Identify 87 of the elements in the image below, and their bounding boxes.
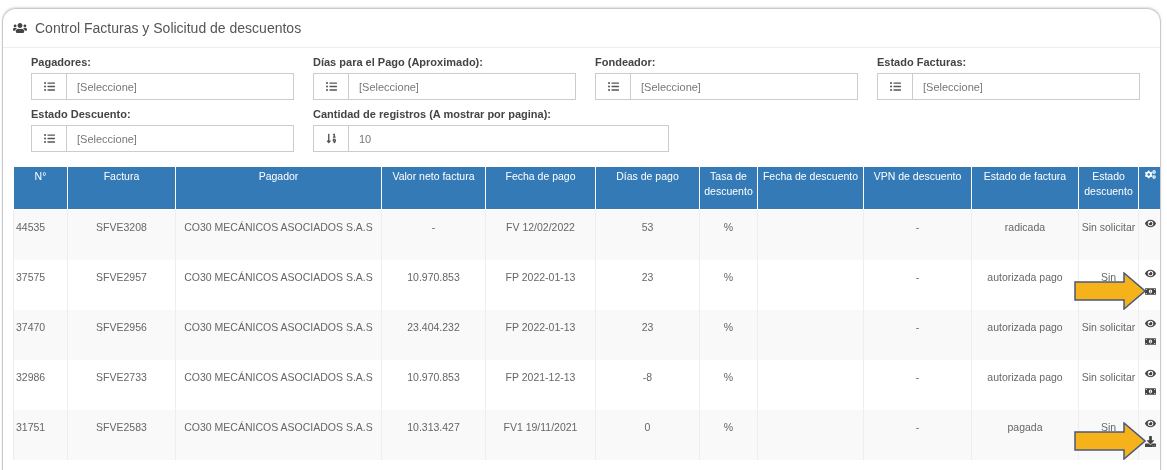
table-cell: 23 bbox=[595, 309, 700, 360]
eye-icon[interactable] bbox=[1144, 417, 1156, 429]
table-cell: 10.970.853 bbox=[381, 359, 486, 410]
table-cell: SFVE2583 bbox=[67, 409, 176, 460]
select-field[interactable]: [Seleccione] bbox=[313, 73, 576, 100]
field-label: Fondeador: bbox=[595, 56, 657, 68]
table-cell: % bbox=[699, 309, 758, 360]
field-label: Estado Descuento: bbox=[31, 108, 132, 120]
column-header: Pagador bbox=[175, 166, 382, 210]
table-cell: 37470 bbox=[13, 309, 68, 360]
column-header: VPN de descuento bbox=[863, 166, 972, 210]
table-cell: -8 bbox=[595, 359, 700, 410]
table-cell: - bbox=[863, 259, 972, 310]
column-header: Valor neto factura bbox=[381, 166, 486, 210]
banknote-icon[interactable] bbox=[1144, 335, 1156, 347]
list-icon bbox=[43, 133, 55, 144]
table-cell: SFVE2733 bbox=[67, 359, 176, 410]
table-cell: % bbox=[699, 409, 758, 460]
banknote-icon[interactable] bbox=[1144, 385, 1156, 397]
table-cell: SFVE3208 bbox=[67, 209, 176, 260]
table-cell: SFVE2956 bbox=[67, 309, 176, 360]
table-cell: FP 2022-01-13 bbox=[485, 309, 596, 360]
column-header: Estado de factura bbox=[971, 166, 1079, 210]
select-field[interactable]: [Seleccione] bbox=[877, 73, 1140, 100]
field-label: Pagadores: bbox=[31, 56, 92, 68]
table-cell: - bbox=[381, 209, 486, 260]
table-cell: SFVE2957 bbox=[67, 259, 176, 310]
table-cell: 37575 bbox=[13, 259, 68, 310]
table-cell: Sin solicitar bbox=[1078, 309, 1139, 360]
column-header: Factura bbox=[67, 166, 176, 210]
download-icon[interactable] bbox=[1144, 435, 1156, 447]
field-label: Cantidad de registros (A mostrar por pagina): bbox=[313, 108, 552, 120]
table-cell: FV1 19/11/2021 bbox=[485, 409, 596, 460]
eye-icon[interactable] bbox=[1144, 218, 1156, 229]
table-cell: autorizada pago bbox=[971, 359, 1079, 410]
table-cell: 10.313.427 bbox=[381, 409, 486, 460]
list-icon bbox=[607, 81, 619, 92]
table-cell: autorizada pago bbox=[971, 309, 1079, 360]
column-header: Estado descuento bbox=[1078, 166, 1139, 210]
field-label: Días para el Pago (Aproximado): bbox=[313, 56, 484, 68]
column-header: Días de pago bbox=[595, 166, 700, 210]
eye-icon[interactable] bbox=[1144, 367, 1156, 379]
select-field[interactable]: [Seleccione] bbox=[31, 125, 294, 152]
table-cell: 23 bbox=[595, 259, 700, 310]
table-cell: CO30 MECÁNICOS ASOCIADOS S.A.S bbox=[175, 209, 382, 260]
column-header: Fecha de pago bbox=[485, 166, 596, 210]
table-cell: 23.404.232 bbox=[381, 309, 486, 360]
list-icon bbox=[43, 81, 55, 92]
table-cell: 31751 bbox=[13, 409, 68, 460]
table-cell: radicada bbox=[971, 209, 1079, 260]
table-cell: CO30 MECÁNICOS ASOCIADOS S.A.S bbox=[175, 309, 382, 360]
table-cell: - bbox=[863, 359, 972, 410]
column-header: Fecha de descuento bbox=[757, 166, 864, 210]
table-cell: 0 bbox=[595, 409, 700, 460]
banknote-icon[interactable] bbox=[1144, 285, 1156, 297]
table-cell: Sin solicitar bbox=[1078, 359, 1139, 410]
eye-icon[interactable] bbox=[1144, 317, 1156, 329]
table-cell: FP 2021-12-13 bbox=[485, 359, 596, 410]
list-icon bbox=[889, 81, 901, 92]
column-header: N° bbox=[13, 166, 68, 210]
settings-icon bbox=[1144, 169, 1156, 180]
count-field[interactable]: 10 bbox=[313, 125, 669, 152]
table-cell: % bbox=[699, 209, 758, 260]
table-cell: - bbox=[863, 209, 972, 260]
eye-icon[interactable] bbox=[1144, 267, 1156, 279]
table-cell: FP 2022-01-13 bbox=[485, 259, 596, 310]
table-cell: CO30 MECÁNICOS ASOCIADOS S.A.S bbox=[175, 259, 382, 310]
table-cell: - bbox=[863, 409, 972, 460]
field-label: Estado Facturas: bbox=[877, 56, 968, 68]
column-header: Tasa de descuento bbox=[699, 166, 758, 210]
table-cell: 53 bbox=[595, 209, 700, 260]
table-cell: CO30 MECÁNICOS ASOCIADOS S.A.S bbox=[175, 409, 382, 460]
sort-icon bbox=[325, 133, 337, 144]
table-cell: Sin solicitar bbox=[1078, 209, 1139, 260]
table-cell: CO30 MECÁNICOS ASOCIADOS S.A.S bbox=[175, 359, 382, 410]
select-field[interactable]: [Seleccione] bbox=[31, 73, 294, 100]
table-cell: 44535 bbox=[13, 209, 68, 260]
select-field[interactable]: [Seleccione] bbox=[595, 73, 858, 100]
table-cell: 10.970.853 bbox=[381, 259, 486, 310]
list-icon bbox=[325, 81, 337, 92]
table-cell: % bbox=[699, 359, 758, 410]
panel-title: Control Facturas y Solicitud de descuentos bbox=[35, 20, 302, 36]
table-cell: % bbox=[699, 259, 758, 310]
table-cell: FV 12/02/2022 bbox=[485, 209, 596, 260]
table-cell: - bbox=[863, 309, 972, 360]
table-cell: 32986 bbox=[13, 359, 68, 410]
users-icon bbox=[13, 21, 27, 35]
